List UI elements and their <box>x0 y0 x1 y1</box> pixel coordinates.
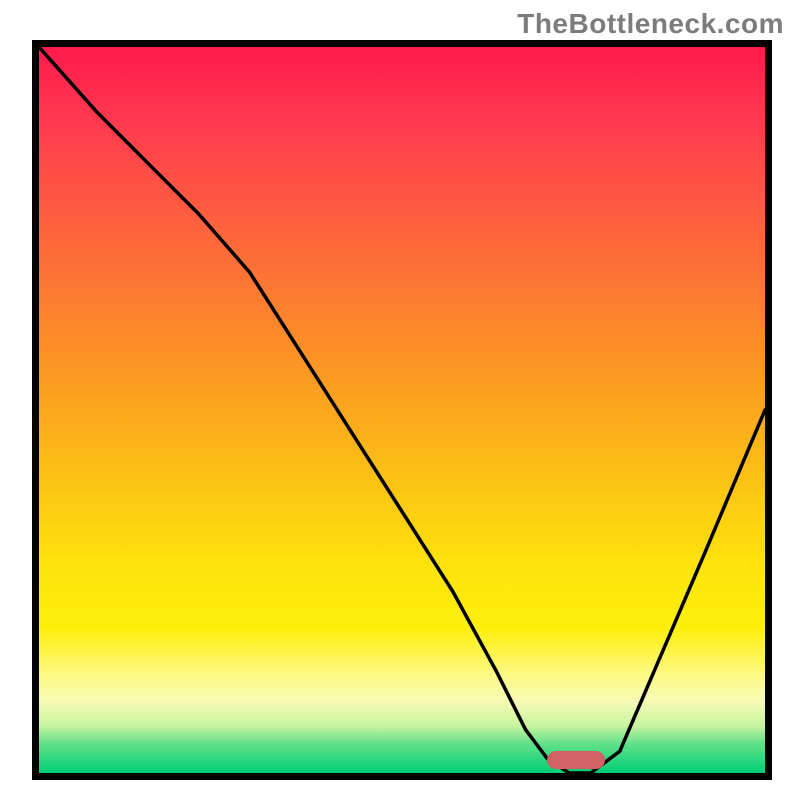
optimal-marker <box>547 751 605 769</box>
bottleneck-chart-svg <box>39 47 765 773</box>
watermark-text: TheBottleneck.com <box>517 8 784 40</box>
plot-area <box>32 40 772 780</box>
